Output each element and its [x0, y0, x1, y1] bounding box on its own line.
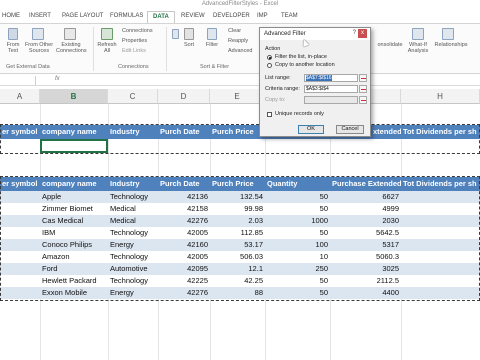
refresh-all-button[interactable]: Refresh All	[95, 42, 119, 54]
window-title: AdvancedFilterStyles - Excel	[201, 1, 279, 7]
formula-bar: fx	[0, 75, 480, 86]
from-other-sources-button[interactable]: From Other Sources	[24, 42, 54, 54]
list-range-input[interactable]: $A$7:$I$16	[304, 74, 358, 82]
title-bar: AdvancedFilterStyles - Excel	[0, 0, 480, 11]
list-range-label: List range:	[265, 75, 291, 81]
tab-data[interactable]: DATA	[147, 11, 175, 23]
ribbon-separator	[93, 27, 94, 71]
relationships-button[interactable]: Relationships	[434, 42, 468, 48]
tab-review[interactable]: REVIEW	[181, 13, 205, 19]
refresh-all-icon	[101, 28, 113, 40]
consolidate-button[interactable]: onsolidate	[373, 42, 407, 48]
filter-in-place-label[interactable]: Filter the list, in-place	[275, 54, 327, 60]
what-if-analysis-button[interactable]: What-If Analysis	[404, 42, 432, 54]
tab-home[interactable]: HOME	[2, 13, 20, 19]
unique-records-label[interactable]: Unique records only	[275, 111, 324, 117]
ribbon-separator	[166, 27, 167, 71]
filter-button[interactable]: Filter	[202, 42, 222, 48]
copy-to-label: Copy to:	[265, 97, 286, 103]
advanced-filter-dialog: Advanced Filter ? x Action Filter the li…	[259, 27, 371, 137]
ribbon-tabs: HOME INSERT PAGE LAYOUT FORMULAS DATA RE…	[0, 11, 480, 23]
advanced-button[interactable]: Advanced	[228, 48, 256, 54]
copy-to-input[interactable]	[304, 96, 358, 104]
list-range-value: $A$7:$I$16	[306, 75, 332, 81]
fx-icon[interactable]: fx	[55, 76, 60, 82]
name-box[interactable]	[0, 76, 36, 85]
sort-az-icon	[172, 29, 179, 39]
criteria-range-input[interactable]: $A$3:$I$4	[304, 85, 358, 93]
copy-to-location-label[interactable]: Copy to another location	[275, 62, 335, 68]
from-text-icon	[8, 28, 18, 40]
close-icon[interactable]: x	[358, 29, 367, 38]
copy-to-location-radio[interactable]	[267, 63, 272, 68]
group-get-external-data: Get External Data	[6, 64, 50, 70]
criteria-range-value: $A$3:$I$4	[306, 86, 329, 92]
existing-connections-icon	[64, 28, 76, 40]
cancel-button[interactable]: Cancel	[336, 125, 364, 134]
tab-formulas[interactable]: FORMULAS	[110, 13, 143, 19]
properties-button[interactable]: Properties	[122, 38, 162, 44]
criteria-range-collapse-icon[interactable]	[359, 85, 367, 93]
relationships-icon	[442, 28, 454, 40]
ok-button[interactable]: OK	[298, 125, 324, 134]
connections-button[interactable]: Connections	[122, 28, 162, 34]
criteria-range-label: Criteria range:	[265, 86, 300, 92]
list-range-marquee	[0, 176, 480, 301]
existing-connections-button[interactable]: Existing Connections	[56, 42, 87, 54]
tab-page-layout[interactable]: PAGE LAYOUT	[62, 13, 103, 19]
excel-window: AdvancedFilterStyles - Excel HOME INSERT…	[0, 0, 480, 360]
unique-records-checkbox[interactable]	[267, 112, 272, 117]
from-other-sources-icon	[32, 28, 44, 40]
ribbon: From Text From Other Sources Existing Co…	[0, 23, 480, 74]
filter-in-place-radio[interactable]	[267, 55, 272, 60]
sort-button[interactable]: Sort	[180, 42, 198, 48]
column-header-d[interactable]: D	[158, 89, 210, 104]
what-if-icon	[412, 28, 424, 40]
column-header-c[interactable]: C	[108, 89, 158, 104]
sort-icon	[184, 28, 194, 40]
tab-team[interactable]: TEAM	[281, 13, 298, 19]
reapply-button[interactable]: Reapply	[228, 38, 256, 44]
from-text-button[interactable]: From Text	[2, 42, 24, 54]
edit-links-button[interactable]: Edit Links	[122, 48, 162, 54]
column-header-b[interactable]: B	[40, 89, 108, 104]
tab-imp[interactable]: IMP	[257, 13, 268, 19]
copy-to-collapse-icon[interactable]	[359, 96, 367, 104]
filter-icon	[207, 28, 217, 40]
help-icon[interactable]: ?	[353, 30, 356, 36]
column-header-a[interactable]: A	[0, 89, 40, 104]
column-header-e[interactable]: E	[210, 89, 265, 104]
list-range-collapse-icon[interactable]	[359, 74, 367, 82]
tab-developer[interactable]: DEVELOPER	[213, 13, 250, 19]
clear-button[interactable]: Clear	[228, 28, 256, 34]
action-label: Action	[265, 46, 281, 52]
column-header-h[interactable]: H	[401, 89, 480, 104]
group-sort-filter: Sort & Filter	[200, 64, 230, 70]
criteria-range-marquee	[0, 124, 480, 154]
group-connections: Connections	[118, 64, 149, 70]
tab-insert[interactable]: INSERT	[29, 13, 51, 19]
